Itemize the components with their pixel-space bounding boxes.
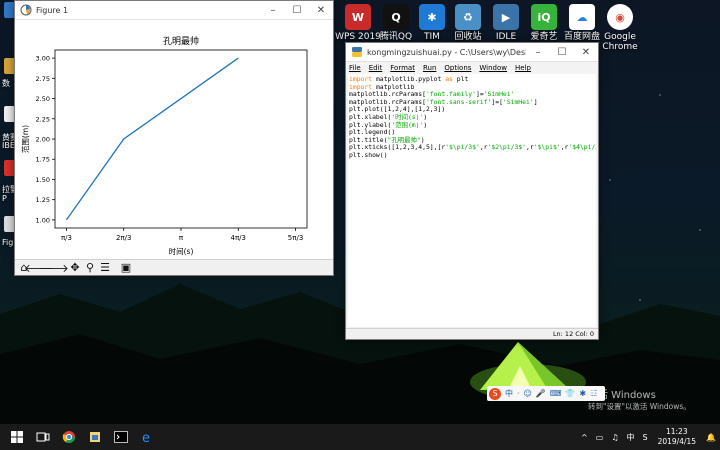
axes-frame — [54, 49, 308, 229]
menu-format[interactable]: Format — [390, 64, 415, 72]
clock-date: 2019/4/15 — [657, 437, 697, 446]
chrome-icon[interactable] — [56, 424, 82, 450]
menu-window[interactable]: Window — [479, 64, 507, 72]
minimize-button[interactable]: – — [261, 1, 285, 19]
y-tick-label: 2.25 — [36, 115, 50, 123]
menu-edit[interactable]: Edit — [369, 64, 383, 72]
clock-time: 11:23 — [665, 427, 688, 436]
forward-icon[interactable]: 🡒 — [39, 261, 69, 275]
figure-window-title: Figure 1 — [36, 5, 69, 15]
matplotlib-icon — [20, 4, 32, 16]
close-button[interactable]: ✕ — [309, 1, 333, 19]
x-tick-label: 4π/3 — [231, 234, 246, 242]
y-tick-label: 2.75 — [36, 75, 50, 83]
editor-statusbar: Ln: 12 Col: 0 — [346, 328, 598, 339]
sogou-ime-icon[interactable]: S — [489, 387, 501, 400]
toolbox-icon[interactable]: ✱ — [579, 389, 586, 398]
y-tick-label: 1.75 — [36, 156, 50, 164]
pan-icon[interactable]: ✥ — [68, 261, 82, 275]
edge-icon[interactable]: e — [134, 424, 160, 450]
figure-window: Figure 1 – ☐ ✕ 孔明最帅 时间(s) 范围(m) π/3 2π/3 π 4π/… — [14, 0, 334, 276]
x-tick-label: 2π/3 — [116, 234, 131, 242]
activate-windows-watermark: 激活 Windows 转到"设置"以激活 Windows。 — [588, 386, 691, 412]
matplotlib-toolbar: ⌂ 🡐 🡒 ✥ ⚲ ☰ ▣ — [15, 259, 333, 275]
show-hidden-icons[interactable]: ^ — [581, 433, 588, 442]
y-tick-label: 1.25 — [36, 196, 50, 204]
close-button[interactable]: ✕ — [574, 43, 598, 61]
zoom-icon[interactable]: ⚲ — [83, 261, 97, 275]
menu-options[interactable]: Options — [444, 64, 471, 72]
windows-start-icon[interactable] — [4, 424, 30, 450]
cursor-position: Ln: 12 Col: 0 — [552, 330, 594, 338]
notification-center-icon[interactable]: 🔔 — [706, 433, 716, 442]
y-axis-label: 范围(m) — [20, 125, 30, 153]
emoji-icon[interactable]: ☺ — [524, 389, 532, 398]
clock[interactable]: 11:23 2019/4/15 — [658, 427, 696, 447]
svg-text:e: e — [142, 431, 150, 444]
menu-file[interactable]: File — [349, 64, 361, 72]
skin-icon[interactable]: 👕 — [565, 389, 575, 398]
taskbar: e ^ ▭ ♫ 中 S 11:23 2019/4/15 🔔 — [0, 424, 720, 450]
line-chart: 孔明最帅时间(s)范围(m)π/3 2π/3 π 4π/3 5π/31.001.251.… — [15, 20, 333, 259]
y-tick-label: 2.50 — [36, 95, 50, 103]
y-tick-label: 2.00 — [36, 136, 50, 144]
desktop-icon-label: Google Chrome — [602, 32, 638, 52]
files-icon[interactable] — [82, 424, 108, 450]
figure-titlebar[interactable]: Figure 1 – ☐ ✕ — [15, 1, 333, 20]
ime-punctuation[interactable]: · — [517, 389, 520, 398]
volume-icon[interactable]: ♫ — [611, 433, 618, 442]
y-tick-label: 1.50 — [36, 176, 50, 184]
x-tick-label: 5π/3 — [288, 234, 303, 242]
figure-canvas[interactable]: 孔明最帅 时间(s) 范围(m) π/3 2π/3 π 4π/3 5π/3 1.00 1.25 1.… — [15, 20, 333, 259]
editor-menubar: File Edit Format Run Options Window Help — [346, 62, 598, 74]
maximize-button[interactable]: ☐ — [550, 43, 574, 61]
desktop: 数 黄赛 IBEA 拉警 P Figu W WPS 2019 Q 腾讯QQ ✱ … — [0, 0, 720, 424]
system-tray: ^ ▭ ♫ 中 S 11:23 2019/4/15 🔔 — [577, 424, 720, 450]
save-icon[interactable]: ▣ — [119, 261, 133, 275]
python-icon — [352, 47, 362, 57]
chrome-icon: ◉ — [607, 4, 633, 30]
menu-run[interactable]: Run — [423, 64, 436, 72]
code-line: plt.show() — [349, 150, 388, 159]
desktop-icon-label: 数 — [2, 79, 10, 88]
x-tick-label: π/3 — [61, 234, 72, 242]
idle-editor-window: kongmingzuishuai.py - C:\Users\wy\Deskto… — [345, 42, 599, 340]
minimize-button[interactable]: – — [526, 43, 550, 61]
terminal-icon[interactable] — [108, 424, 134, 450]
microphone-icon[interactable]: 🎤 — [536, 389, 546, 398]
editor-titlebar[interactable]: kongmingzuishuai.py - C:\Users\wy\Deskto… — [346, 43, 598, 62]
y-tick-label: 1.00 — [36, 216, 50, 224]
y-tick-label: 3.00 — [36, 55, 50, 63]
network-icon[interactable]: ▭ — [596, 433, 604, 442]
editor-window-title: kongmingzuishuai.py - C:\Users\wy\Deskto… — [367, 47, 526, 57]
task-view-icon[interactable] — [30, 424, 56, 450]
watermark-title: 激活 Windows — [588, 390, 656, 401]
desktop-icon-label: P — [2, 194, 7, 203]
chart-title: 孔明最帅 — [163, 35, 199, 47]
ime-mode[interactable]: 中 — [505, 388, 513, 399]
watermark-subtitle: 转到"设置"以激活 Windows。 — [588, 402, 691, 411]
configure-icon[interactable]: ☰ — [98, 261, 112, 275]
desktop-icon-chrome[interactable]: ◉ Google Chrome — [592, 4, 648, 52]
ime-tray-icon[interactable]: S — [642, 433, 647, 442]
input-language-icon[interactable]: 中 — [626, 432, 634, 443]
menu-help[interactable]: Help — [515, 64, 531, 72]
code-editor[interactable]: import matplotlib.pyplot as plt import ma… — [348, 74, 596, 327]
keyboard-icon[interactable]: ⌨ — [550, 389, 562, 398]
maximize-button[interactable]: ☐ — [285, 1, 309, 19]
x-axis-label: 时间(s) — [169, 246, 194, 256]
